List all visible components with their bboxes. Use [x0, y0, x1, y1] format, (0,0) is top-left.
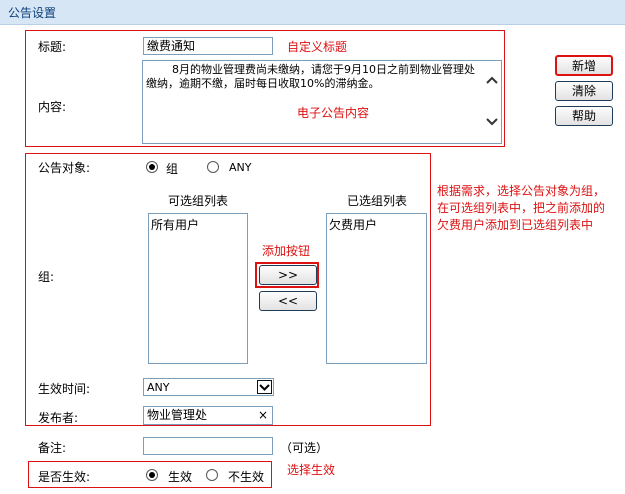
publisher-label: 发布者: [38, 411, 79, 425]
group-label: 组: [38, 270, 55, 284]
available-group-list[interactable]: 所有用户 [148, 213, 248, 364]
clear-icon[interactable]: × [258, 408, 268, 422]
list-item[interactable]: 所有用户 [151, 216, 199, 233]
chevron-down-icon[interactable] [257, 380, 272, 394]
effective-time-value: ANY [147, 381, 170, 394]
enable-off-label: 不生效 [228, 470, 265, 484]
section-title: 公告设置 [8, 6, 57, 20]
remark-label: 备注: [38, 441, 67, 455]
content-scrollbar[interactable] [484, 62, 500, 142]
remark-input[interactable] [143, 437, 273, 455]
title-annotation: 自定义标题 [287, 40, 348, 54]
content-textarea[interactable]: 8月的物业管理费尚未缴纳，请您于9月10日之前到物业管理处缴纳，逾期不缴，届时每… [142, 60, 502, 144]
target-radio-any[interactable] [207, 161, 219, 173]
content-annotation: 电子公告内容 [297, 106, 370, 120]
publisher-input[interactable]: 物业管理处 × [143, 406, 273, 425]
remove-group-button[interactable]: << [259, 291, 317, 311]
content-text: 8月的物业管理费尚未缴纳，请您于9月10日之前到物业管理处缴纳，逾期不缴，届时每… [146, 63, 475, 90]
target-annotation: 根据需求，选择公告对象为组，在可选组列表中，把之前添加的欠费用户添加到已选组列表… [437, 184, 606, 232]
clear-button[interactable]: 清除 [555, 81, 613, 101]
available-list-title: 可选组列表 [168, 194, 229, 208]
list-item[interactable]: 欠费用户 [329, 216, 377, 233]
scroll-down-icon[interactable] [486, 118, 498, 126]
section-header: 公告设置 [0, 0, 625, 25]
selected-list-title: 已选组列表 [347, 194, 408, 208]
title-input[interactable]: 缴费通知 [143, 37, 273, 55]
target-label: 公告对象: [38, 161, 91, 175]
effective-time-select[interactable]: ANY [143, 378, 274, 396]
scroll-up-icon[interactable] [486, 76, 498, 84]
enable-annotation: 选择生效 [287, 463, 336, 477]
enable-on-label: 生效 [168, 470, 193, 484]
target-group-label: 组 [166, 162, 179, 176]
effective-time-label: 生效时间: [38, 382, 91, 396]
help-button[interactable]: 帮助 [555, 106, 613, 126]
target-any-label: ANY [229, 161, 252, 174]
enable-radio-off[interactable] [206, 469, 218, 481]
enable-label: 是否生效: [38, 470, 91, 484]
title-label: 标题: [38, 40, 67, 54]
add-button-annotation: 添加按钮 [262, 244, 311, 258]
content-label: 内容: [38, 100, 67, 114]
selected-group-list[interactable]: 欠费用户 [326, 213, 427, 364]
publisher-value: 物业管理处 [147, 408, 208, 422]
enable-radio-on[interactable] [146, 469, 158, 481]
new-button[interactable]: 新增 [555, 55, 613, 76]
remark-optional-hint: （可选） [280, 441, 329, 455]
target-radio-group[interactable] [146, 161, 158, 173]
add-group-button[interactable]: >> [259, 265, 317, 285]
